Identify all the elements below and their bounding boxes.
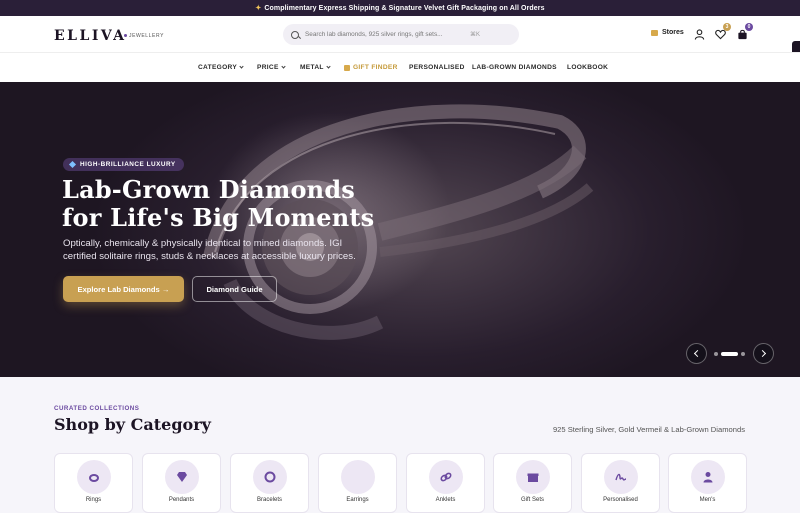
gem-icon <box>177 472 187 482</box>
store-icon <box>651 29 658 36</box>
earring-icon <box>341 460 375 494</box>
category-card-mens[interactable]: Men's <box>668 453 747 513</box>
chevron-down-icon <box>281 64 286 69</box>
search-input[interactable] <box>305 31 465 38</box>
section-description: 925 Sterling Silver, Gold Vermeil & Lab-… <box>552 425 745 434</box>
carousel-next-button[interactable] <box>753 343 774 364</box>
chevron-down-icon <box>239 64 244 69</box>
nav-price[interactable]: PRICE <box>249 64 293 71</box>
gift-icon <box>344 64 350 71</box>
signature-icon <box>615 473 627 481</box>
carousel-dots <box>714 352 745 356</box>
chevron-down-icon <box>326 64 331 69</box>
search-bar[interactable]: ⌘K <box>283 24 519 45</box>
explore-lab-diamonds-button[interactable]: Explore Lab Diamonds → <box>63 276 184 302</box>
announcement-text: Complimentary Express Shipping & Signatu… <box>264 4 545 12</box>
section-kicker: CURATED COLLECTIONS <box>54 405 140 412</box>
brand-logo[interactable]: ELLIVA <box>54 28 127 44</box>
bracelet-icon <box>264 471 276 483</box>
diamond-icon <box>68 160 77 169</box>
category-card-personalised[interactable]: Personalised <box>581 453 660 513</box>
category-card-rings[interactable]: Rings <box>54 453 133 513</box>
carousel-dot-active[interactable] <box>721 352 738 356</box>
wishlist-button[interactable]: 3 <box>713 23 731 41</box>
nav-lab-grown[interactable]: LAB-GROWN DIAMONDS <box>464 64 565 71</box>
nav-metal[interactable]: METAL <box>292 64 338 71</box>
hero-pill-badge: HIGH-BRILLIANCE LUXURY <box>63 158 184 171</box>
hero-subtitle: Optically, chemically & physically ident… <box>63 238 356 262</box>
person-icon <box>703 472 713 483</box>
carousel-dot[interactable] <box>741 352 745 356</box>
chevron-right-icon <box>758 349 767 358</box>
category-card-pendants[interactable]: Pendants <box>142 453 221 513</box>
category-card-earrings[interactable]: Earrings <box>318 453 397 513</box>
wishlist-count-badge: 3 <box>723 23 731 31</box>
gift-box-icon <box>527 473 539 482</box>
chevron-left-icon <box>693 349 702 358</box>
shortcut-hint: ⌘K <box>470 32 481 38</box>
category-card-gift-sets[interactable]: Gift Sets <box>493 453 572 513</box>
main-nav: CATEGORY PRICE METAL GIFT FINDER PERSONA… <box>0 52 800 82</box>
category-card-bracelets[interactable]: Bracelets <box>230 453 309 513</box>
hero-title: Lab-Grown Diamonds for Life's Big Moment… <box>62 175 375 232</box>
carousel-dot[interactable] <box>714 352 718 356</box>
cart-button[interactable]: 0 <box>735 23 753 41</box>
account-button[interactable] <box>692 27 706 41</box>
sparkle-icon: ✦ <box>255 5 262 12</box>
nav-lookbook[interactable]: LOOKBOOK <box>559 64 616 71</box>
nav-gift-finder[interactable]: GIFT FINDER <box>336 64 406 71</box>
site-header: ELLIVA JEWELLERY ⌘K Stores 3 0 <box>0 16 800 71</box>
hero-banner: HIGH-BRILLIANCE LUXURY Lab-Grown Diamond… <box>0 82 800 377</box>
carousel-prev-button[interactable] <box>686 343 707 364</box>
link-icon <box>440 472 452 482</box>
diamond-guide-button[interactable]: Diamond Guide <box>192 276 277 302</box>
nav-category[interactable]: CATEGORY <box>190 64 251 71</box>
stores-link[interactable]: Stores <box>651 29 684 36</box>
section-title: Shop by Category <box>54 415 211 434</box>
category-card-anklets[interactable]: Anklets <box>406 453 485 513</box>
search-icon <box>291 30 299 39</box>
nav-personalised[interactable]: PERSONALISED <box>401 64 473 71</box>
cart-count-badge: 0 <box>745 23 753 31</box>
ring-icon <box>89 474 99 482</box>
brand-subtitle: JEWELLERY <box>124 33 164 39</box>
announcement-bar: ✦ Complimentary Express Shipping & Signa… <box>0 0 800 16</box>
user-icon <box>694 28 704 40</box>
